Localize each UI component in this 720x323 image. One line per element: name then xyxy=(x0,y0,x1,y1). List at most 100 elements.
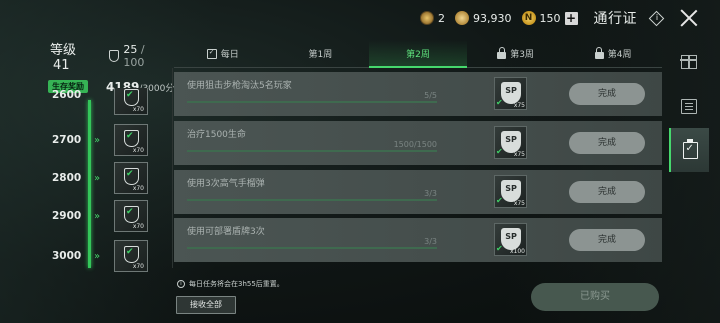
tab-label: 第4周 xyxy=(607,50,632,60)
reward-qty: x70 xyxy=(132,185,144,192)
badge-currency: 2 xyxy=(420,11,445,25)
task-row: 使用可部署盾牌3次 3/3 SP ✔ x100 完成 xyxy=(174,218,662,262)
task-progress-bar xyxy=(187,101,437,103)
tab-week-1[interactable]: 第1周 xyxy=(272,40,370,67)
rail-missions[interactable] xyxy=(669,128,709,172)
reward-qty: x75 xyxy=(513,102,525,109)
calendar-check-icon xyxy=(206,48,217,59)
page-title: 通行证 xyxy=(593,11,637,27)
reward-qty: x70 xyxy=(132,263,144,270)
task-name: 使用3次高气手榴弹 xyxy=(187,179,265,189)
level-row-number: 3000 xyxy=(52,250,82,262)
shield-check-icon xyxy=(124,168,139,185)
top-bar: 2 93,930 N 150 + 通行证 i xyxy=(420,6,698,30)
purchased-button[interactable]: 已购买 xyxy=(531,283,659,311)
reward-qty: x75 xyxy=(513,200,525,207)
reward-item[interactable]: x70 xyxy=(114,200,148,232)
book-icon xyxy=(681,98,697,114)
reward-qty: x100 xyxy=(509,248,525,255)
check-icon: ✔ xyxy=(496,244,503,253)
complete-button[interactable]: 完成 xyxy=(569,132,645,154)
task-name: 治疗1500生命 xyxy=(187,130,246,140)
reward-qty: x70 xyxy=(132,147,144,154)
gold-amount: 93,930 xyxy=(473,11,512,25)
rail-info[interactable] xyxy=(669,84,709,128)
sp-shield-icon: SP xyxy=(501,131,521,153)
level-row[interactable]: 3000 » x70 xyxy=(44,238,168,274)
lock-icon xyxy=(594,47,604,59)
reward-item[interactable]: x70 xyxy=(114,88,148,115)
side-rail xyxy=(669,40,709,172)
reward-qty: x70 xyxy=(132,106,144,113)
badge-count: 2 xyxy=(438,11,445,25)
sp-shield-icon: SP xyxy=(501,82,521,104)
task-row: 使用狙击步枪淘汰5名玩家 5/5 SP ✔ x75 完成 xyxy=(174,72,662,116)
week-tabs: 每日 第1周 第2周 第3周 第4周 xyxy=(174,40,662,68)
clipboard-check-icon xyxy=(682,138,698,159)
shield-check-icon xyxy=(124,130,139,147)
complete-button[interactable]: 完成 xyxy=(569,229,645,251)
check-icon: ✔ xyxy=(496,98,503,107)
reward-qty: x70 xyxy=(132,223,144,230)
chevron-right-icon: » xyxy=(94,134,100,146)
shield-icon xyxy=(108,50,120,62)
gift-icon xyxy=(680,55,697,69)
level-label-text: 等级 xyxy=(50,43,77,58)
rail-rewards[interactable] xyxy=(669,40,709,84)
n-coin-amount: 150 xyxy=(539,11,561,25)
tab-week-3[interactable]: 第3周 xyxy=(467,40,565,67)
gold-coin-icon xyxy=(455,11,469,25)
n-coin-icon: N xyxy=(521,11,536,25)
complete-button[interactable]: 完成 xyxy=(569,181,645,203)
task-row: 治疗1500生命 1500/1500 SP ✔ x75 完成 xyxy=(174,121,662,165)
info-icon: i xyxy=(177,280,185,288)
chevron-right-icon: » xyxy=(94,250,100,262)
sp-reward[interactable]: SP ✔ x100 xyxy=(494,223,527,256)
shield-check-icon xyxy=(124,206,139,223)
gold-currency: 93,930 xyxy=(455,11,512,25)
task-list: 使用狙击步枪淘汰5名玩家 5/5 SP ✔ x75 完成 治疗1500生命 1500… xyxy=(174,72,662,267)
complete-button[interactable]: 完成 xyxy=(569,83,645,105)
level-row-number: 2700 xyxy=(52,134,82,146)
level-row[interactable]: 2600 x70 xyxy=(44,88,168,116)
level-label: 等级41 xyxy=(50,39,95,73)
reset-note: i 每日任务将会在3h55后重置。 xyxy=(177,279,284,289)
level-row[interactable]: 2800 » x70 xyxy=(44,160,168,196)
level-value: 41 xyxy=(53,58,70,73)
n-coin-currency: N 150 + xyxy=(521,11,578,25)
reward-item[interactable]: x70 xyxy=(114,124,148,156)
tab-week-4[interactable]: 第4周 xyxy=(564,40,662,67)
task-progress: 5/5 xyxy=(424,91,437,100)
task-progress: 3/3 xyxy=(424,237,437,246)
level-row-number: 2600 xyxy=(52,89,82,101)
reward-item[interactable]: x70 xyxy=(114,240,148,272)
reset-note-text: 每日任务将会在3h55后重置。 xyxy=(189,280,284,288)
reward-item[interactable]: x70 xyxy=(114,162,148,194)
sp-reward[interactable]: SP ✔ x75 xyxy=(494,77,527,110)
check-icon: ✔ xyxy=(496,196,503,205)
level-row-number: 2800 xyxy=(52,172,82,184)
task-progress-bar xyxy=(187,150,437,152)
level-row[interactable]: 2900 » x70 xyxy=(44,198,168,234)
level-panel: 等级41 25 / 100 生存奖励 4189/3000分钟 2600 x70 … xyxy=(44,39,183,278)
task-progress: 3/3 xyxy=(424,189,437,198)
check-icon: ✔ xyxy=(496,147,503,156)
task-progress-bar xyxy=(187,199,437,201)
shield-check-icon xyxy=(124,246,139,263)
sp-reward[interactable]: SP ✔ x75 xyxy=(494,126,527,159)
xp-current: 25 xyxy=(123,43,138,56)
claim-all-button[interactable]: 接收全部 xyxy=(176,296,236,314)
sp-reward[interactable]: SP ✔ x75 xyxy=(494,175,527,208)
info-icon[interactable]: i xyxy=(648,10,665,26)
tab-week-2[interactable]: 第2周 xyxy=(369,40,467,68)
tab-label: 每日 xyxy=(220,50,239,60)
shield-check-icon xyxy=(124,89,139,106)
add-currency-button[interactable]: + xyxy=(564,11,578,25)
reward-qty: x75 xyxy=(513,151,525,158)
close-icon[interactable] xyxy=(680,9,698,27)
badge-icon xyxy=(420,11,434,25)
level-row-number: 2900 xyxy=(52,210,82,222)
task-name: 使用可部署盾牌3次 xyxy=(187,227,265,237)
tab-daily[interactable]: 每日 xyxy=(174,40,272,67)
level-row[interactable]: 2700 » x70 xyxy=(44,122,168,158)
